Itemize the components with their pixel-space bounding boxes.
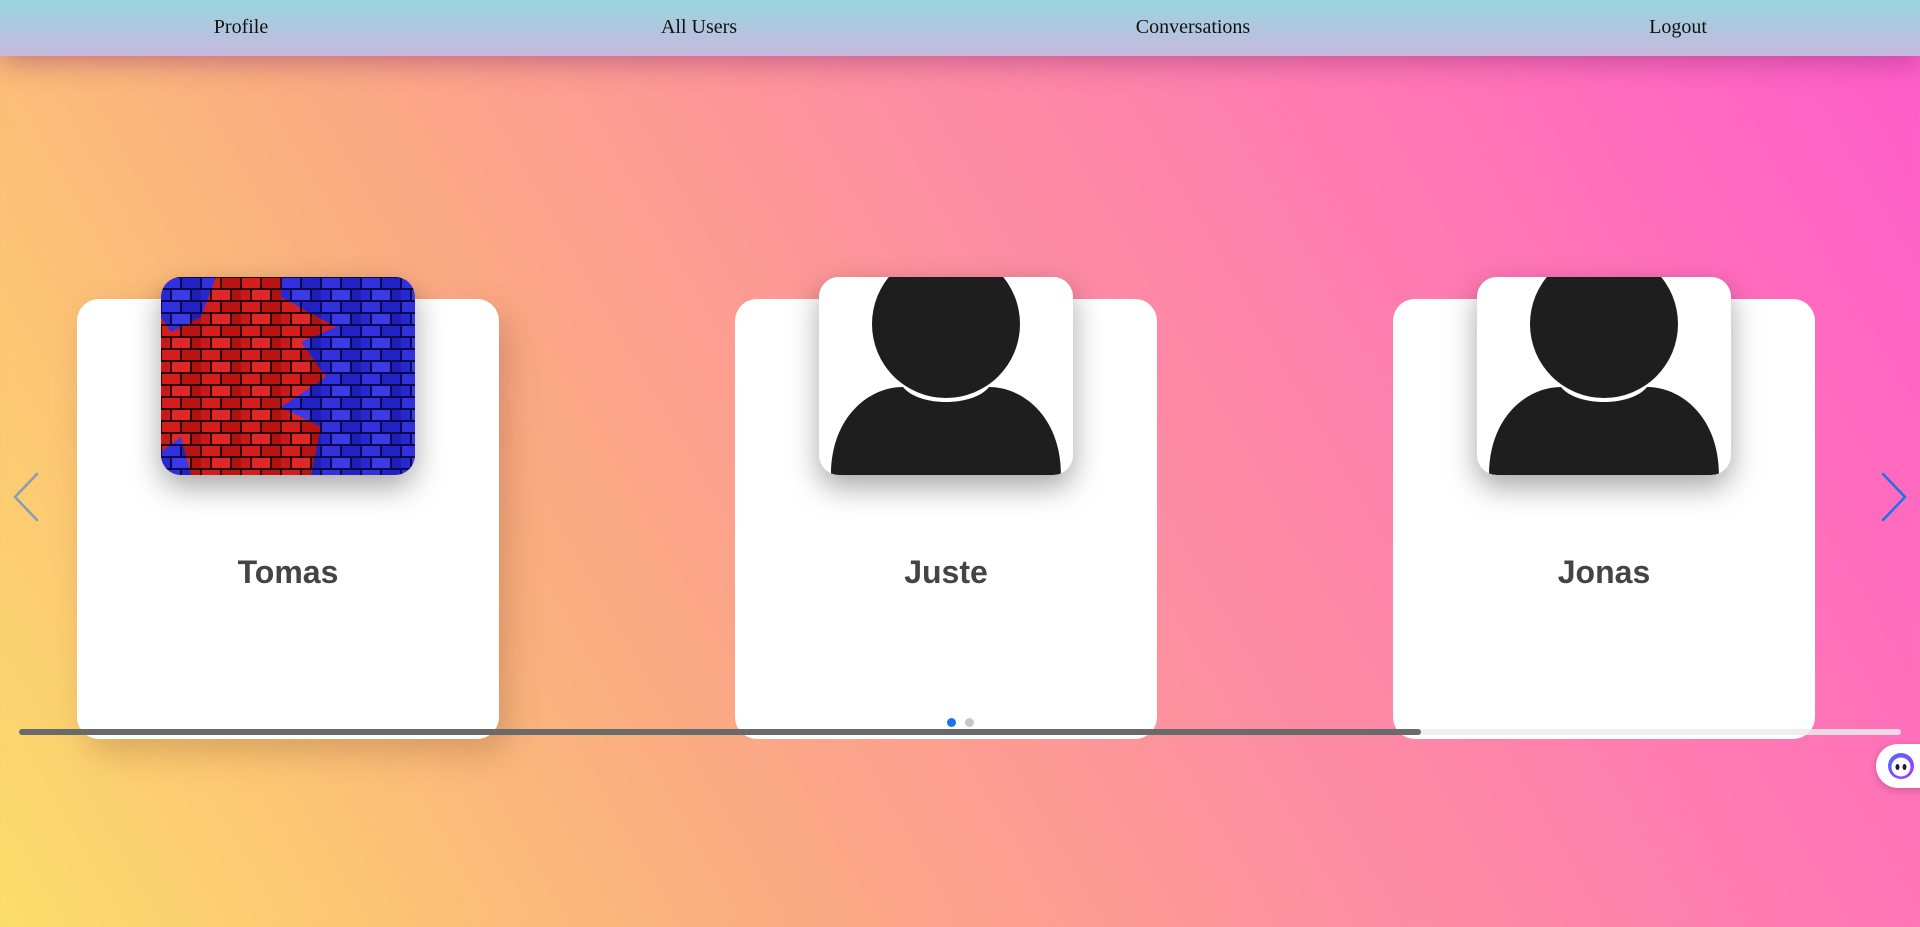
carousel-prev-button[interactable] xyxy=(11,471,41,523)
nav-conversations-link[interactable]: Conversations xyxy=(1136,0,1250,54)
brick-wall-photo xyxy=(161,277,415,475)
user-avatar-tomas xyxy=(161,277,415,475)
default-person-icon xyxy=(1477,277,1731,475)
carousel-scrollbar-thumb[interactable] xyxy=(19,729,1421,735)
chevron-left-icon xyxy=(13,472,39,522)
chevron-right-icon xyxy=(1881,472,1907,522)
assistant-face-icon xyxy=(1888,753,1914,779)
nav-logout-link[interactable]: Logout xyxy=(1649,0,1707,54)
nav-all-users-link[interactable]: All Users xyxy=(661,0,737,54)
user-name-jonas: Jonas xyxy=(1557,554,1651,590)
assistant-widget-button[interactable] xyxy=(1876,744,1920,788)
user-name-tomas: Tomas xyxy=(237,554,339,590)
pagination-dot[interactable] xyxy=(947,718,956,727)
default-person-icon xyxy=(819,277,1073,475)
user-name-juste: Juste xyxy=(904,554,988,590)
user-avatar-jonas xyxy=(1477,277,1731,475)
carousel-next-button[interactable] xyxy=(1879,471,1909,523)
carousel-scrollbar[interactable] xyxy=(19,729,1901,735)
top-navbar: Profile All Users Conversations Logout xyxy=(0,0,1920,56)
nav-profile-link[interactable]: Profile xyxy=(214,0,268,54)
user-avatar-juste xyxy=(819,277,1073,475)
pagination-dot[interactable] xyxy=(965,718,974,727)
